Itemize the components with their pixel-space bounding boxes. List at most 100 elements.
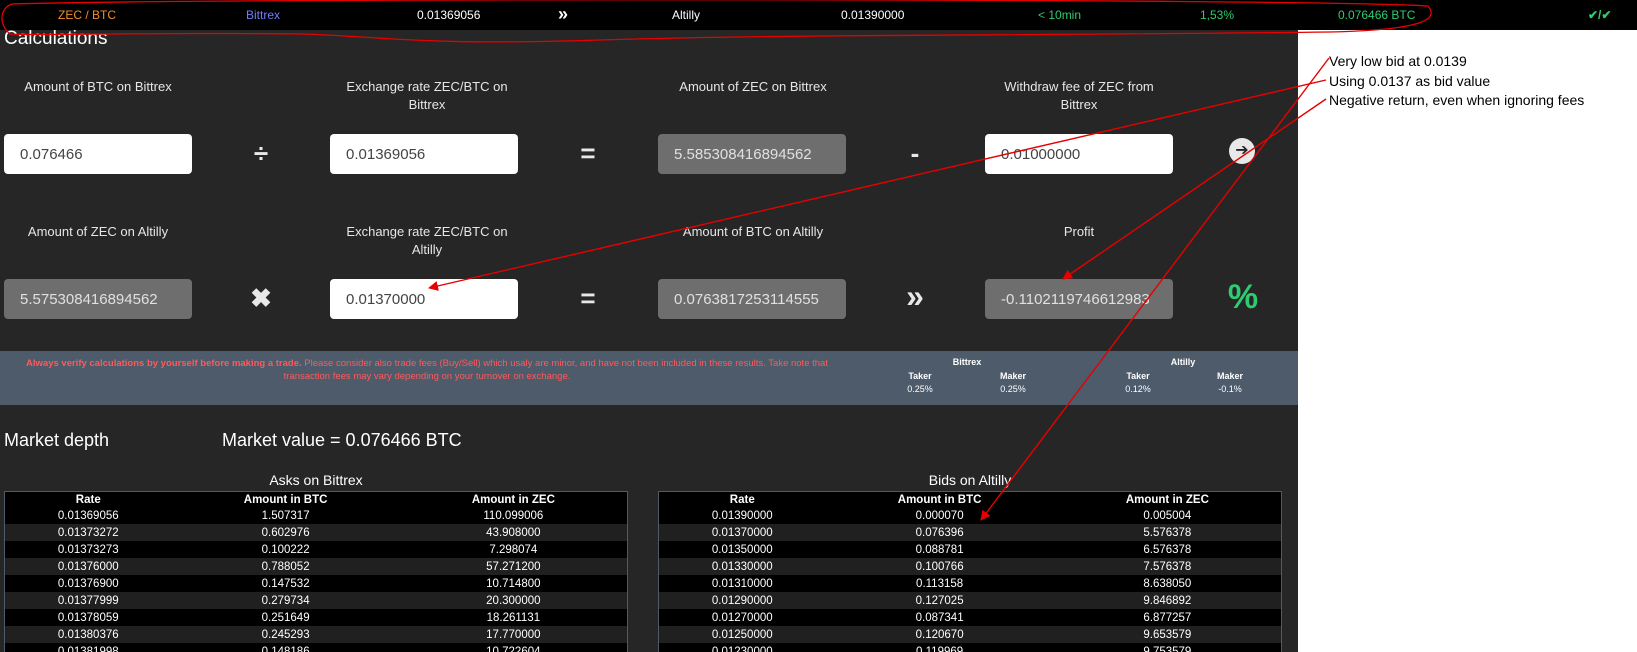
multiply-icon: ✖ xyxy=(250,283,272,313)
table-cell: 0.01373272 xyxy=(4,524,172,541)
fee-label-bittrex: Bittrex xyxy=(952,357,982,367)
bids-table: Rate Amount in BTC Amount in ZEC 0.01390… xyxy=(658,491,1282,652)
status-check-icons: ✔/✔ xyxy=(1588,8,1612,22)
table-cell: 0.120670 xyxy=(825,626,1054,643)
table-cell: 0.788052 xyxy=(171,558,400,575)
table-cell: 0.01230000 xyxy=(658,643,826,652)
calculations-title: Calculations xyxy=(4,28,108,49)
table-cell: 0.01373273 xyxy=(4,541,172,558)
zec-altilly-output xyxy=(4,279,192,319)
header-btc-altilly: Amount of BTC on Altilly xyxy=(682,224,824,239)
table-header-row: Rate Amount in BTC Amount in ZEC xyxy=(658,491,1282,507)
next-arrow-icon: ➔ xyxy=(1229,138,1255,164)
table-row: 0.01380376 0.245293 17.770000 xyxy=(4,626,628,643)
table-cell: 7.576378 xyxy=(1053,558,1282,575)
time-estimate: < 10min xyxy=(1038,8,1082,22)
altilly-taker-label: Taker xyxy=(1126,371,1150,381)
withdraw-fee-input[interactable] xyxy=(985,134,1173,174)
percent-gain: 1,53% xyxy=(1200,8,1235,22)
column-header: Amount in BTC xyxy=(825,491,1054,507)
table-cell: 10.722604 xyxy=(399,643,628,652)
profit-output xyxy=(985,279,1173,319)
asks-title: Asks on Bittrex xyxy=(269,472,363,488)
bittrex-maker-value: 0.25% xyxy=(1000,384,1026,394)
table-row: 0.01370000 0.076396 5.576378 xyxy=(658,524,1282,541)
double-chevron-icon: » xyxy=(558,4,569,24)
table-cell: 0.01270000 xyxy=(658,609,826,626)
table-cell: 0.01330000 xyxy=(658,558,826,575)
column-header: Amount in ZEC xyxy=(399,491,628,507)
table-cell: 5.576378 xyxy=(1053,524,1282,541)
percent-icon: % xyxy=(1227,278,1259,316)
table-cell: 0.251649 xyxy=(171,609,400,626)
rate-to: 0.01390000 xyxy=(841,8,905,22)
annotation-line-2: Using 0.0137 as bid value xyxy=(1329,73,1491,89)
table-cell: 0.279734 xyxy=(171,592,400,609)
header-profit: Profit xyxy=(1063,224,1095,239)
zec-bittrex-output xyxy=(658,134,846,174)
app-window: Calculations Amount of BTC on Bittrex Ex… xyxy=(0,0,1298,652)
table-cell: 0.245293 xyxy=(171,626,400,643)
table-cell: 57.271200 xyxy=(399,558,628,575)
table-cell: 110.099006 xyxy=(399,507,628,524)
table-row: 0.01250000 0.120670 9.653579 xyxy=(658,626,1282,643)
market-depth-title: Market depth xyxy=(4,430,110,450)
table-cell: 6.877257 xyxy=(1053,609,1282,626)
header-btc-bittrex: Amount of BTC on Bittrex xyxy=(24,79,172,94)
header-zec-altilly: Amount of ZEC on Altilly xyxy=(27,224,169,239)
table-row: 0.01373273 0.100222 7.298074 xyxy=(4,541,628,558)
bittrex-taker-value: 0.25% xyxy=(907,384,933,394)
table-row: 0.01369056 1.507317 110.099006 xyxy=(4,507,628,524)
table-cell: 0.01250000 xyxy=(658,626,826,643)
warning-text: Always verify calculations by yourself b… xyxy=(26,358,828,382)
table-cell: 0.119969 xyxy=(825,643,1054,652)
header-zec-bittrex: Amount of ZEC on Bittrex xyxy=(679,79,827,94)
column-header: Rate xyxy=(658,491,826,507)
btc-altilly-output xyxy=(658,279,846,319)
btc-bittrex-input[interactable] xyxy=(4,134,192,174)
table-cell: 6.576378 xyxy=(1053,541,1282,558)
table-cell: 0.148186 xyxy=(171,643,400,652)
table-cell: 0.127025 xyxy=(825,592,1054,609)
btc-amount: 0.076466 BTC xyxy=(1338,8,1416,22)
top-bar: ZEC / BTC Bittrex 0.01369056 » Altilly 0… xyxy=(0,0,1637,30)
table-cell: 0.01290000 xyxy=(658,592,826,609)
table-row: 0.01310000 0.113158 8.638050 xyxy=(658,575,1282,592)
table-cell: 0.01378059 xyxy=(4,609,172,626)
bittrex-taker-label: Taker xyxy=(908,371,932,381)
rate-bittrex-input[interactable] xyxy=(330,134,518,174)
pair-label[interactable]: ZEC / BTC xyxy=(58,8,116,22)
altilly-maker-value: -0.1% xyxy=(1218,384,1242,394)
exchange-from-link[interactable]: Bittrex xyxy=(246,8,280,22)
table-cell: 9.846892 xyxy=(1053,592,1282,609)
market-value: Market value = 0.076466 BTC xyxy=(222,430,462,450)
table-cell: 18.261131 xyxy=(399,609,628,626)
table-row: 0.01377999 0.279734 20.300000 xyxy=(4,592,628,609)
bids-title: Bids on Altilly xyxy=(928,472,1012,488)
table-cell: 1.507317 xyxy=(171,507,400,524)
bittrex-maker-label: Maker xyxy=(999,371,1026,381)
table-cell: 10.714800 xyxy=(399,575,628,592)
table-cell: 9.753579 xyxy=(1053,643,1282,652)
table-cell: 17.770000 xyxy=(399,626,628,643)
table-cell: 0.087341 xyxy=(825,609,1054,626)
table-row: 0.01350000 0.088781 6.576378 xyxy=(658,541,1282,558)
header-rate-bittrex: Exchange rate ZEC/BTC on Bittrex xyxy=(346,79,508,112)
table-cell: 0.113158 xyxy=(825,575,1054,592)
double-chevron-icon: » xyxy=(906,278,924,314)
table-row: 0.01270000 0.087341 6.877257 xyxy=(658,609,1282,626)
rate-from: 0.01369056 xyxy=(417,8,481,22)
exchange-to-link[interactable]: Altilly xyxy=(672,8,700,22)
header-rate-altilly: Exchange rate ZEC/BTC on Altilly xyxy=(346,224,508,257)
table-cell: 0.088781 xyxy=(825,541,1054,558)
table-row: 0.01376900 0.147532 10.714800 xyxy=(4,575,628,592)
notice-bar: Always verify calculations by yourself b… xyxy=(0,351,1298,405)
table-cell: 20.300000 xyxy=(399,592,628,609)
table-cell: 8.638050 xyxy=(1053,575,1282,592)
table-row: 0.01330000 0.100766 7.576378 xyxy=(658,558,1282,575)
table-cell: 0.01370000 xyxy=(658,524,826,541)
table-row: 0.01376000 0.788052 57.271200 xyxy=(4,558,628,575)
altilly-maker-label: Maker xyxy=(1216,371,1243,381)
table-row: 0.01373272 0.602976 43.908000 xyxy=(4,524,628,541)
rate-altilly-input[interactable] xyxy=(330,279,518,319)
